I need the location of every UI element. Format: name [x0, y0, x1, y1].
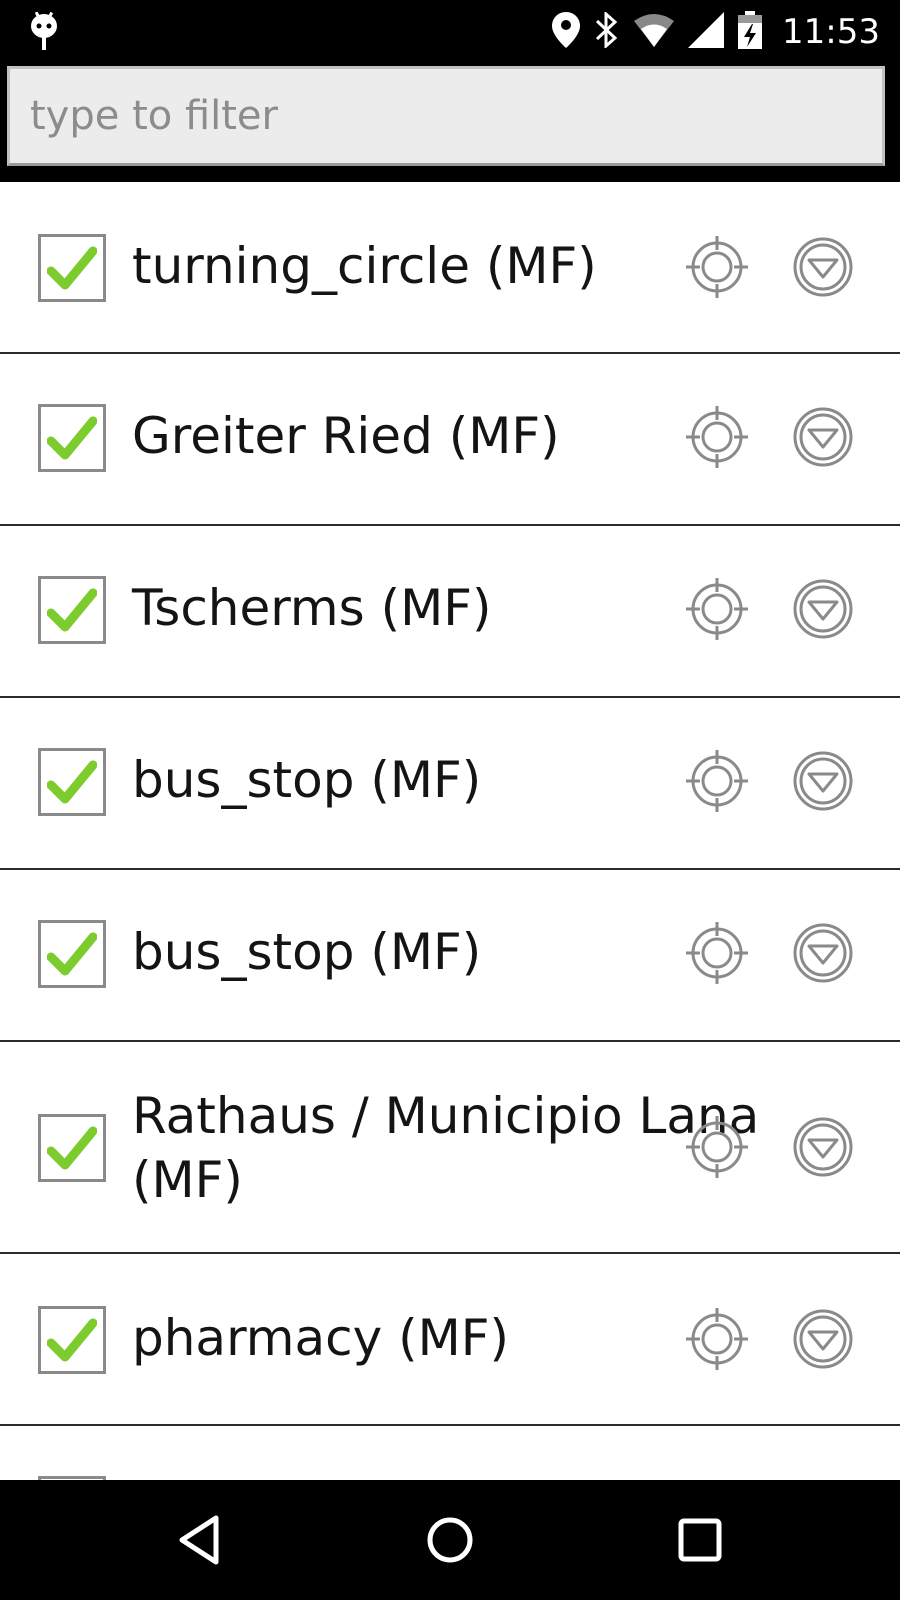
item-checkbox[interactable]: [38, 1114, 106, 1182]
expand-menu-icon[interactable]: [792, 922, 854, 984]
locate-icon[interactable]: [684, 576, 750, 642]
item-label: Tscherms (MF): [132, 579, 492, 637]
expand-menu-icon[interactable]: [792, 236, 854, 298]
status-time: 11:53: [782, 12, 880, 52]
back-icon[interactable]: [170, 1510, 230, 1570]
filter-bar: [0, 64, 900, 182]
item-checkbox[interactable]: [38, 576, 106, 644]
feature-list: turning_circle (MF) Greiter Ried (MF) Ts…: [0, 182, 900, 1480]
list-item[interactable]: turning_circle (MF): [0, 182, 900, 354]
expand-menu-icon[interactable]: [792, 1308, 854, 1370]
item-checkbox[interactable]: [38, 1306, 106, 1374]
item-label: turning_circle (MF): [132, 237, 597, 295]
list-item[interactable]: Greiter Ried (MF): [0, 354, 900, 526]
navigation-bar: [0, 1480, 900, 1600]
item-checkbox[interactable]: [38, 234, 106, 302]
home-icon[interactable]: [420, 1510, 480, 1570]
cell-signal-icon: [688, 12, 725, 52]
locate-icon[interactable]: [684, 748, 750, 814]
item-label: pharmacy (MF): [132, 1309, 509, 1367]
battery-charging-icon: [738, 11, 763, 53]
locate-icon[interactable]: [684, 1306, 750, 1372]
locate-icon[interactable]: [684, 404, 750, 470]
item-label: Rathaus / Municipio Lana: [132, 1087, 760, 1145]
list-item[interactable]: bus_stop (MF): [0, 870, 900, 1042]
recents-icon[interactable]: [670, 1510, 730, 1570]
item-label: bus_stop (MF): [132, 751, 482, 809]
list-item[interactable]: [0, 1426, 900, 1480]
expand-menu-icon[interactable]: [792, 1116, 854, 1178]
list-item[interactable]: bus_stop (MF): [0, 698, 900, 870]
item-label: Greiter Ried (MF): [132, 407, 560, 465]
status-bar: 11:53: [0, 0, 900, 64]
filter-input[interactable]: [7, 66, 885, 166]
locate-icon[interactable]: [684, 234, 750, 300]
item-checkbox[interactable]: [38, 748, 106, 816]
item-label: bus_stop (MF): [132, 923, 482, 981]
item-checkbox[interactable]: [38, 920, 106, 988]
wifi-icon: [634, 13, 675, 51]
expand-menu-icon[interactable]: [792, 406, 854, 468]
bluetooth-icon: [594, 10, 620, 52]
list-item[interactable]: pharmacy (MF): [0, 1254, 900, 1426]
locate-icon[interactable]: [684, 920, 750, 986]
item-checkbox[interactable]: [38, 404, 106, 472]
list-item[interactable]: Rathaus / Municipio Lana (MF): [0, 1042, 900, 1254]
expand-menu-icon[interactable]: [792, 750, 854, 812]
locate-icon[interactable]: [684, 1114, 750, 1180]
list-item[interactable]: Tscherms (MF): [0, 526, 900, 698]
item-label-line2: (MF): [132, 1151, 243, 1209]
android-notification-icon: [28, 11, 60, 52]
location-pin-icon: [552, 12, 581, 52]
expand-menu-icon[interactable]: [792, 578, 854, 640]
